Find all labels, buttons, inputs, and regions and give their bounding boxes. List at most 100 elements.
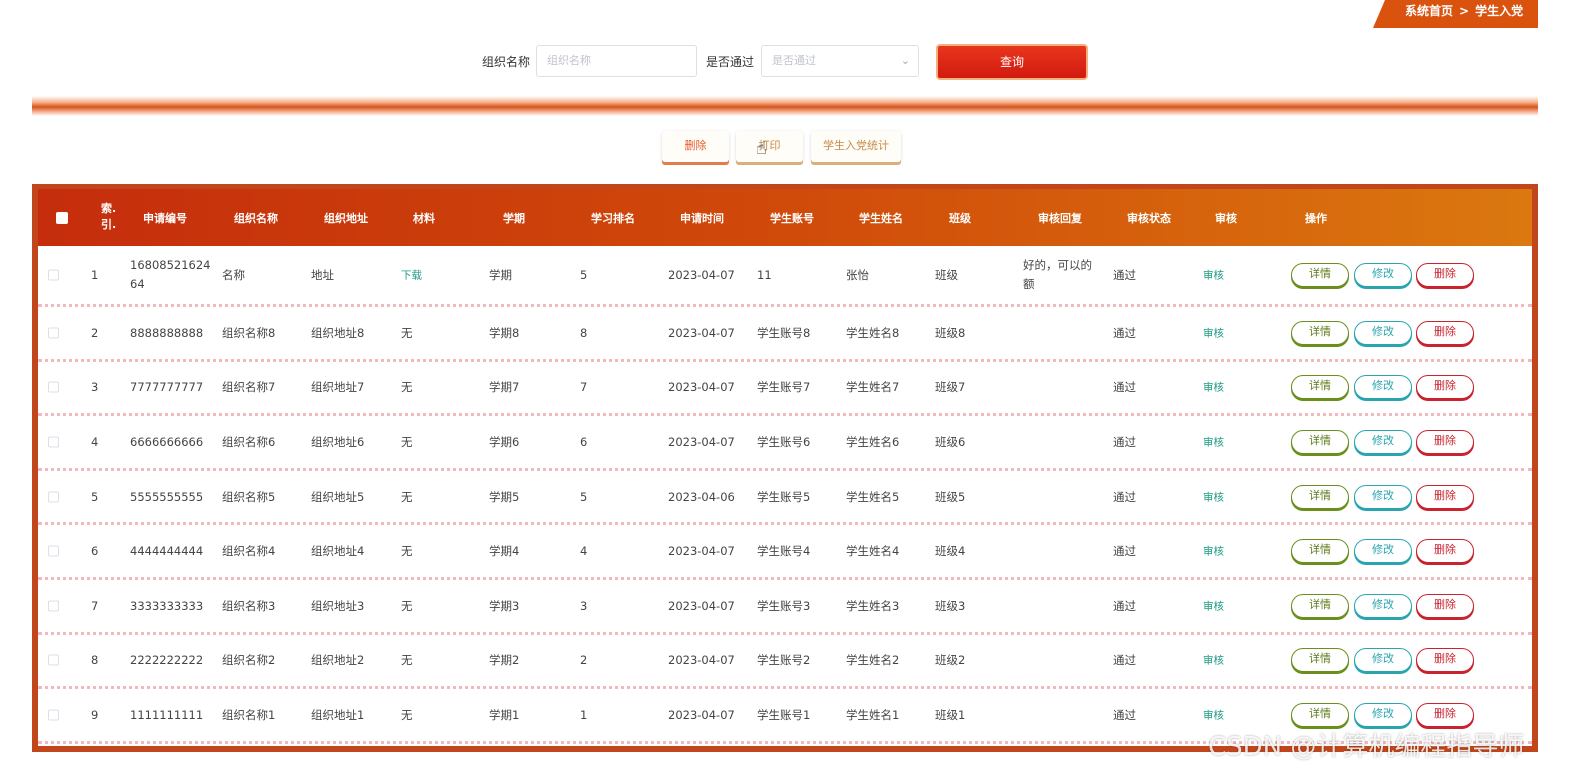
row-edit-button[interactable]: 修改 [1354,320,1412,345]
cell-material[interactable]: 下载 [401,268,422,283]
header-index-line1: 索. [101,202,117,215]
cell-term: 学期8 [489,325,520,340]
row-delete-button[interactable]: 删除 [1416,702,1474,727]
cell-material: 无 [401,544,413,559]
row-detail-button[interactable]: 详情 [1291,320,1349,345]
cell-apply-time: 2023-04-07 [668,707,735,722]
row-checkbox[interactable] [48,269,59,281]
row-delete-button[interactable]: 删除 [1416,593,1474,618]
pass-select[interactable]: 是否通过 ⌄ [761,45,919,77]
row-detail-button[interactable]: 详情 [1291,484,1349,509]
query-button[interactable]: 查询 [936,44,1088,80]
cell-audit[interactable]: 审核 [1203,325,1224,340]
chevron-down-icon: ⌄ [900,54,910,67]
row-edit-button[interactable]: 修改 [1354,429,1412,454]
table-row: 7 3333333333 组织名称3 组织地址3 无 学期3 3 2023-04-07 学生账号… [38,580,1532,635]
row-checkbox[interactable] [48,600,59,612]
cell-org-addr: 组织地址3 [311,598,365,613]
header-term: 学期 [503,211,525,225]
breadcrumb-current: 学生入党 [1475,4,1524,18]
cell-audit[interactable]: 审核 [1203,544,1224,559]
row-checkbox[interactable] [48,381,59,393]
cell-rank: 6 [580,434,588,449]
row-edit-button[interactable]: 修改 [1354,263,1412,287]
header-material: 材料 [413,211,435,225]
row-delete-button[interactable]: 删除 [1416,375,1474,400]
row-delete-button[interactable]: 删除 [1416,539,1474,564]
cell-org-addr: 地址 [311,268,334,282]
batch-delete-button[interactable]: 删除 [662,131,729,162]
cell-audit[interactable]: 审核 [1203,653,1224,668]
row-edit-button[interactable]: 修改 [1354,593,1412,618]
cell-material: 无 [401,380,413,395]
cell-app-no: 6666666666 [130,434,204,449]
cell-org-name: 组织名称8 [222,325,276,340]
breadcrumb-home[interactable]: 系统首页 [1405,4,1453,18]
row-checkbox[interactable] [48,327,59,339]
row-delete-button[interactable]: 删除 [1416,263,1474,287]
cell-index: 6 [91,544,99,559]
cell-account: 学生账号8 [757,325,811,340]
cell-rank: 3 [580,598,588,613]
cell-class: 班级8 [935,325,966,340]
cell-index: 8 [91,653,99,668]
row-delete-button[interactable]: 删除 [1416,320,1474,345]
cell-org-addr: 组织地址4 [311,544,365,559]
table-header: 索. 引. 申请编号 组织名称 组织地址 材料 学期 学习排名 申请时间 学生账… [38,189,1532,246]
cell-rank: 8 [580,325,588,340]
row-delete-button[interactable]: 删除 [1416,429,1474,454]
row-checkbox[interactable] [48,654,59,666]
cell-status: 通过 [1113,544,1136,559]
cell-org-addr: 组织地址8 [311,325,365,340]
row-checkbox[interactable] [48,709,59,721]
table-row: 4 6666666666 组织名称6 组织地址6 无 学期6 6 2023-04-07 学生账号… [38,416,1532,471]
cell-class: 班级4 [935,544,966,559]
select-all-checkbox[interactable] [56,212,68,224]
cell-audit[interactable]: 审核 [1203,598,1224,613]
header-status: 审核状态 [1127,211,1171,225]
cell-material: 无 [401,489,413,504]
cell-apply-time: 2023-04-06 [668,489,735,504]
cell-class: 班级3 [935,598,966,613]
row-edit-button[interactable]: 修改 [1354,648,1412,673]
cell-status: 通过 [1113,489,1136,504]
print-button[interactable]: 打印 [736,131,803,162]
cell-org-name: 组织名称4 [222,544,276,559]
org-name-input[interactable]: 组织名称 [536,45,697,77]
cell-audit[interactable]: 审核 [1203,268,1224,283]
row-detail-button[interactable]: 详情 [1291,648,1349,673]
row-edit-button[interactable]: 修改 [1354,539,1412,564]
row-checkbox[interactable] [48,545,59,557]
cell-account: 学生账号6 [757,434,811,449]
cell-term: 学期5 [489,489,520,504]
cell-audit[interactable]: 审核 [1203,707,1224,722]
row-detail-button[interactable]: 详情 [1291,539,1349,564]
row-detail-button[interactable]: 详情 [1291,429,1349,454]
cell-audit[interactable]: 审核 [1203,434,1224,449]
row-detail-button[interactable]: 详情 [1291,593,1349,618]
breadcrumb-separator: > [1459,4,1470,18]
row-edit-button[interactable]: 修改 [1354,375,1412,400]
row-delete-button[interactable]: 删除 [1416,648,1474,673]
table-body: 1 16808521624 64 名称 地址 下载 学期 5 2023-04-07 11 张怡 班级… [38,246,1532,744]
row-edit-button[interactable]: 修改 [1354,702,1412,727]
cell-term: 学期7 [489,380,520,395]
row-checkbox[interactable] [48,436,59,448]
row-checkbox[interactable] [48,491,59,503]
cell-org-addr: 组织地址6 [311,434,365,449]
cell-material: 无 [401,653,413,668]
row-detail-button[interactable]: 详情 [1291,263,1349,287]
row-detail-button[interactable]: 详情 [1291,702,1349,727]
cell-index: 9 [91,707,99,722]
cell-audit[interactable]: 审核 [1203,489,1224,504]
row-delete-button[interactable]: 删除 [1416,484,1474,509]
cell-app-no: 7777777777 [130,380,204,395]
cell-class: 班级6 [935,434,966,449]
cell-audit[interactable]: 审核 [1203,380,1224,395]
stats-button[interactable]: 学生入党统计 [811,131,901,162]
row-detail-button[interactable]: 详情 [1291,375,1349,400]
cell-material: 无 [401,598,413,613]
pass-label: 是否通过 [706,55,755,69]
cell-app-no: 4444444444 [130,544,204,559]
row-edit-button[interactable]: 修改 [1354,484,1412,509]
